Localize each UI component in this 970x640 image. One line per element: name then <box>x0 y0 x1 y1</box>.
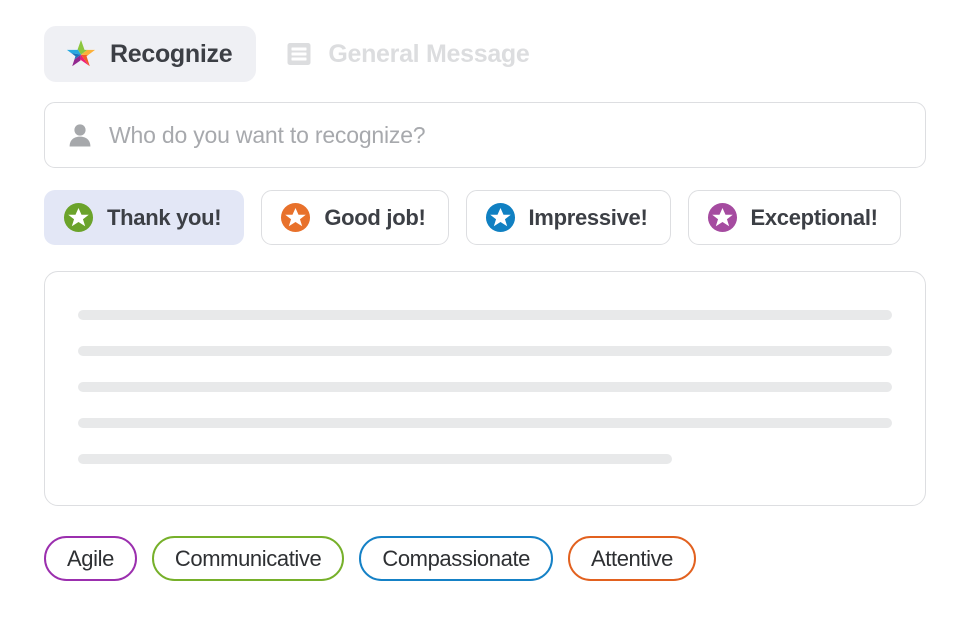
star-badge-icon <box>485 202 516 233</box>
star-badge-icon <box>280 202 311 233</box>
trait-pill-attentive[interactable]: Attentive <box>568 536 697 581</box>
recipient-field[interactable] <box>44 102 926 168</box>
message-placeholder-line <box>78 454 673 464</box>
sentiment-chip-good-job[interactable]: Good job! <box>261 190 449 245</box>
sentiment-chip-impressive[interactable]: Impressive! <box>465 190 671 245</box>
trait-pill-agile[interactable]: Agile <box>44 536 137 581</box>
trait-pill-label: Agile <box>67 545 114 571</box>
message-lines-icon <box>284 39 314 69</box>
sentiment-chip-label: Good job! <box>324 204 426 230</box>
trait-pill-label: Communicative <box>174 545 322 571</box>
recipient-input[interactable] <box>109 121 903 149</box>
message-body-card[interactable] <box>44 271 926 506</box>
tab-recognize[interactable]: Recognize <box>44 26 257 82</box>
sentiment-chip-label: Thank you! <box>107 204 222 230</box>
sentiment-chip-label: Exceptional! <box>750 204 879 230</box>
message-placeholder-line <box>78 346 892 356</box>
sentiment-chip-thank-you[interactable]: Thank you! <box>44 190 245 245</box>
trait-pill-communicative[interactable]: Communicative <box>151 536 345 581</box>
tab-general-message[interactable]: General Message <box>262 26 553 82</box>
trait-pill-label: Attentive <box>591 545 674 571</box>
message-placeholder-line <box>78 382 892 392</box>
message-placeholder-line <box>78 310 892 320</box>
multicolor-star-icon <box>66 39 96 69</box>
sentiment-chip-exceptional[interactable]: Exceptional! <box>687 190 901 245</box>
star-badge-icon <box>707 202 738 233</box>
trait-pill-row: Agile Communicative Compassionate Attent… <box>44 536 970 581</box>
trait-pill-compassionate[interactable]: Compassionate <box>359 536 553 581</box>
star-badge-icon <box>63 202 94 233</box>
tab-general-message-label: General Message <box>328 39 530 68</box>
tab-recognize-label: Recognize <box>110 39 233 68</box>
trait-pill-label: Compassionate <box>382 545 530 571</box>
sentiment-chip-label: Impressive! <box>528 204 648 230</box>
sentiment-chip-row: Thank you! Good job! Impressive! Excepti… <box>44 190 970 245</box>
compose-mode-tabs: Recognize General Message <box>0 0 970 82</box>
message-placeholder-line <box>78 418 892 428</box>
person-icon <box>67 122 93 148</box>
